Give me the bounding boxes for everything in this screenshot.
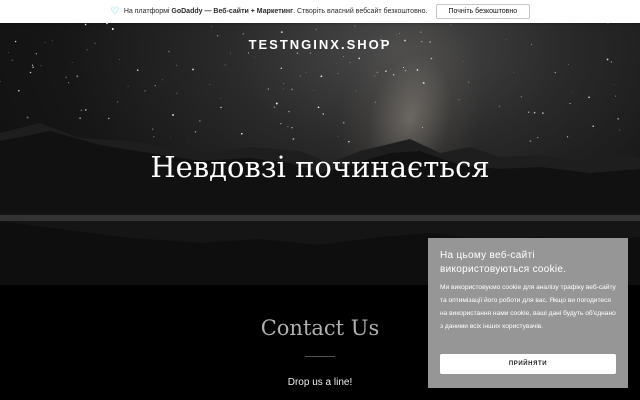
hero-title: Невдовзі починається: [150, 150, 490, 184]
contact-divider: [305, 356, 335, 357]
site-name[interactable]: TESTNGINX.SHOP: [0, 37, 640, 52]
banner-text: На платформі GoDaddy — Веб-сайти + Марке…: [124, 8, 428, 15]
godaddy-banner: ♡ На платформі GoDaddy — Веб-сайти + Мар…: [0, 0, 640, 23]
cookie-body: Ми використовуємо cookie для аналізу тра…: [440, 284, 616, 330]
cookie-notice: На цьому веб-сайті використовуються cook…: [428, 238, 628, 388]
godaddy-heart-icon: ♡: [110, 5, 120, 17]
banner-suffix: . Створіть власний вебсайт безкоштовно.: [293, 8, 428, 15]
banner-prefix: На платформі: [123, 8, 172, 15]
cookie-title: На цьому веб-сайті використовуються cook…: [440, 250, 567, 275]
accept-cookies-button[interactable]: ПРИЙНЯТИ: [440, 354, 616, 374]
banner-brand-link[interactable]: GoDaddy — Веб-сайти + Маркетинг: [171, 8, 293, 15]
start-free-button[interactable]: Почніть безкоштовно: [435, 4, 531, 19]
